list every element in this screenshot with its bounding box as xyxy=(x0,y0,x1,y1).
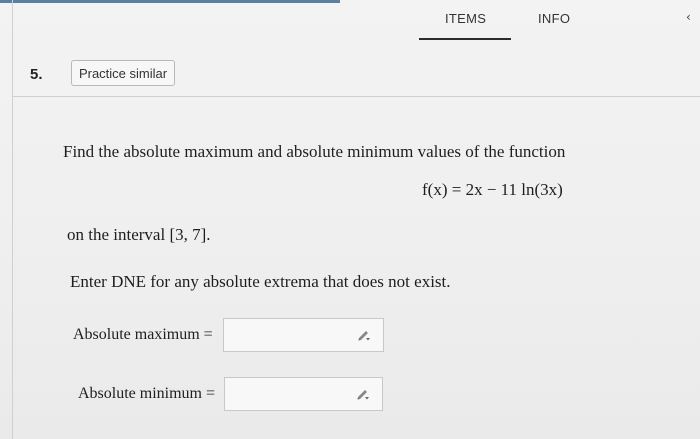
header-divider xyxy=(12,96,700,97)
absolute-maximum-input[interactable] xyxy=(223,318,384,352)
absolute-maximum-label: Absolute maximum = xyxy=(73,326,213,343)
question-number: 5. xyxy=(30,66,43,83)
tab-items[interactable]: ITEMS xyxy=(445,11,486,26)
interval-text: on the interval [3, 7]. xyxy=(67,225,211,244)
dne-instruction: Enter DNE for any absolute extrema that … xyxy=(70,272,451,291)
absolute-minimum-label: Absolute minimum = xyxy=(78,385,216,402)
pencil-icon[interactable] xyxy=(356,387,370,401)
practice-similar-button[interactable]: Practice similar xyxy=(71,60,175,86)
top-accent-strip xyxy=(0,0,340,3)
question-page: ‹ ITEMS INFO 5. Practice similar Find th… xyxy=(0,0,700,439)
function-formula: f(x) = 2x − 11 ln(3x) xyxy=(422,180,563,199)
absolute-minimum-input[interactable] xyxy=(224,377,383,411)
question-prompt: Find the absolute maximum and absolute m… xyxy=(63,142,566,161)
left-border xyxy=(12,0,13,439)
tab-info[interactable]: INFO xyxy=(538,11,570,26)
active-tab-indicator xyxy=(419,38,511,40)
pencil-icon[interactable] xyxy=(357,328,371,342)
chevron-icon: ‹ xyxy=(686,10,691,24)
